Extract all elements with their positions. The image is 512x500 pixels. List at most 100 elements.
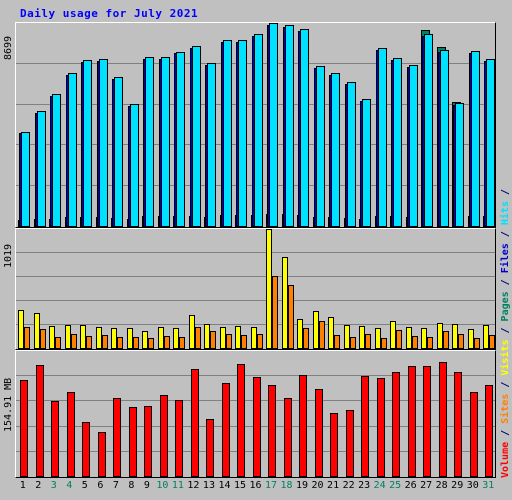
- bar-visits-day-27: [421, 328, 428, 349]
- bar-group-day-19: [295, 23, 311, 227]
- bar-visits-day-10: [157, 327, 164, 349]
- bar-group-day-11: [171, 23, 187, 227]
- chart-panel-hits-files-pages: [15, 22, 496, 228]
- bar-visits-day-2: [33, 313, 40, 349]
- bar-group-day-28: [435, 229, 451, 349]
- bar-hits-day-16: [253, 34, 263, 227]
- legend-separator: /: [500, 273, 511, 292]
- bar-group-day-10: [156, 229, 172, 349]
- bar-visits-day-18: [281, 257, 288, 349]
- bar-visits-day-20: [312, 311, 319, 349]
- bar-sites-day-1: [24, 327, 30, 349]
- bar-group-day-22: [342, 229, 358, 349]
- bar-hits-day-22: [346, 82, 356, 227]
- bar-sites-day-11: [179, 337, 186, 349]
- bar-group-day-9: [140, 351, 156, 477]
- bar-group-day-18: [280, 229, 296, 349]
- bar-group-day-6: [94, 351, 110, 477]
- bar-volume-day-19: [299, 375, 308, 477]
- chart-panel-visits-sites: [15, 228, 496, 350]
- bar-hits-day-24: [377, 48, 387, 227]
- bar-group-day-29: [450, 229, 466, 349]
- bar-group-day-17: [264, 229, 280, 349]
- x-axis-tick-day-12: 12: [187, 480, 200, 491]
- bar-group-day-8: [125, 229, 141, 349]
- x-axis-tick-day-22: 22: [342, 480, 355, 491]
- bar-group-day-12: [187, 351, 203, 477]
- bar-group-day-31: [481, 23, 495, 227]
- bar-group-day-4: [63, 23, 79, 227]
- x-axis-tick-day-19: 19: [296, 480, 309, 491]
- bar-group-day-9: [140, 23, 156, 227]
- bar-volume-day-16: [252, 377, 261, 477]
- bar-hits-day-6: [98, 59, 108, 227]
- bar-group-day-6: [94, 23, 110, 227]
- bar-visits-day-23: [359, 326, 366, 349]
- x-axis-tick-day-6: 6: [97, 480, 104, 491]
- bar-group-day-16: [249, 23, 265, 227]
- bar-group-day-5: [78, 351, 94, 477]
- bar-volume-day-25: [392, 372, 401, 477]
- bar-volume-day-30: [469, 392, 478, 477]
- bar-volume-day-4: [66, 392, 75, 477]
- bar-visits-day-14: [219, 327, 226, 349]
- bar-group-day-20: [311, 229, 327, 349]
- bar-sites-day-23: [365, 334, 372, 349]
- bar-sites-day-18: [287, 285, 294, 349]
- bar-volume-day-13: [206, 419, 215, 477]
- bar-volume-day-1: [20, 380, 28, 477]
- bar-group-day-23: [357, 351, 373, 477]
- bar-visits-day-28: [436, 323, 443, 349]
- bar-volume-day-31: [485, 385, 494, 477]
- legend: Volume / Sites / Visits / Pages / Files …: [500, 189, 511, 478]
- plot-area-visits: [16, 229, 495, 349]
- bar-group-day-4: [63, 351, 79, 477]
- bar-hits-day-14: [222, 40, 232, 227]
- bar-group-day-19: [295, 229, 311, 349]
- bar-group-day-11: [171, 229, 187, 349]
- bar-hits-day-10: [160, 57, 170, 227]
- bar-group-day-10: [156, 351, 172, 477]
- bar-sites-day-8: [132, 337, 139, 349]
- bar-volume-day-11: [175, 400, 184, 477]
- bar-sites-day-19: [303, 328, 310, 349]
- x-axis-tick-day-24: 24: [373, 480, 386, 491]
- bar-hits-day-26: [408, 65, 418, 227]
- bar-sites-day-22: [349, 337, 356, 349]
- bar-group-day-17: [264, 351, 280, 477]
- bar-visits-day-13: [204, 324, 211, 349]
- bar-sites-day-10: [163, 336, 170, 349]
- bar-sites-day-26: [411, 336, 418, 349]
- bar-group-day-26: [404, 229, 420, 349]
- bar-visits-day-16: [250, 327, 257, 349]
- bar-volume-day-23: [361, 376, 370, 477]
- bar-sites-day-9: [148, 338, 155, 349]
- bar-hits-day-31: [486, 59, 495, 227]
- x-axis-tick-day-2: 2: [35, 480, 42, 491]
- bar-group-day-15: [233, 351, 249, 477]
- bar-hits-day-5: [83, 60, 93, 227]
- bar-sites-day-3: [55, 337, 62, 349]
- bar-hits-day-13: [207, 63, 217, 227]
- bar-hits-day-3: [52, 94, 62, 227]
- legend-item-hits: Hits: [500, 201, 511, 226]
- bar-group-day-25: [388, 229, 404, 349]
- y-axis-label-hits: 8699: [3, 35, 14, 60]
- bar-volume-day-26: [407, 366, 416, 477]
- bar-hits-day-19: [300, 29, 310, 227]
- bar-visits-day-1: [18, 310, 24, 349]
- bar-hits-day-20: [315, 66, 325, 227]
- bar-hits-day-9: [145, 57, 155, 227]
- bar-visits-day-24: [374, 328, 381, 349]
- x-axis-tick-day-11: 11: [171, 480, 184, 491]
- bar-sites-day-7: [117, 337, 124, 349]
- y-axis-label-visits: 1019: [3, 243, 14, 268]
- bar-group-day-25: [388, 351, 404, 477]
- bar-volume-day-24: [376, 378, 385, 477]
- legend-item-sites: Sites: [500, 393, 511, 424]
- bar-group-day-31: [481, 229, 495, 349]
- bar-group-day-28: [435, 23, 451, 227]
- bar-group-day-27: [419, 23, 435, 227]
- bar-group-day-24: [373, 23, 389, 227]
- bar-visits-day-11: [173, 328, 180, 349]
